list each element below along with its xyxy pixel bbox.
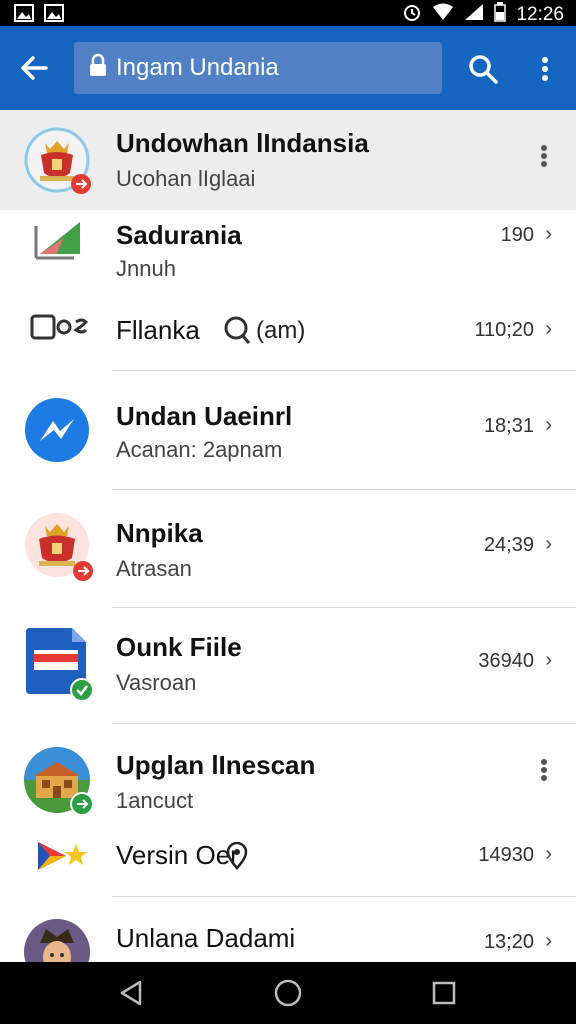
chevron-right-icon: › (545, 843, 552, 865)
list-item[interactable]: Undan Uaeinrl Acanan: 2apnam 18;31 › (0, 371, 576, 489)
home-circle-icon (274, 979, 302, 1007)
item-title: Upglan lInescan (116, 750, 316, 780)
coat-of-arms-icon (24, 512, 94, 587)
item-title: Versin Oer (116, 840, 239, 870)
list-item[interactable]: Fllanka (am) 110;20 › (0, 300, 576, 370)
wifi-icon (432, 3, 454, 27)
search-button[interactable] (464, 50, 502, 88)
back-triangle-icon (120, 980, 142, 1006)
chevron-right-icon: › (545, 533, 552, 555)
search-icon (469, 55, 498, 84)
item-time: 36940 (478, 650, 534, 672)
item-subtitle: Atrasan (116, 556, 192, 581)
item-title: Undowhan lIndansia (116, 128, 369, 158)
item-menu-button[interactable] (540, 758, 550, 787)
item-time: 14930 (478, 844, 534, 866)
app-list: Undowhan lIndansia Ucohan lIglaai Sadura… (0, 110, 576, 962)
sheets-icon (34, 220, 86, 265)
more-vert-icon (541, 145, 547, 167)
item-title: Sadurania (116, 220, 242, 250)
item-time: 13;20 (483, 931, 534, 953)
chevron-right-icon: › (545, 649, 552, 671)
item-title: Unlana Dadami (116, 923, 296, 953)
more-vert-icon (541, 759, 547, 781)
battery-icon (494, 2, 507, 28)
image-notification-icon (44, 3, 64, 28)
status-bar: 12:26 (0, 0, 576, 26)
more-vert-icon (542, 57, 548, 81)
item-time: 24;39 (483, 534, 534, 556)
list-item[interactable]: Ounk Fiile Vasroan 36940 › (0, 608, 576, 723)
item-subtitle: Jnnuh (116, 256, 176, 281)
chevron-right-icon: › (545, 223, 552, 245)
location-icon (226, 841, 248, 875)
status-time: 12:26 (516, 4, 564, 25)
chevron-right-icon: › (545, 414, 552, 436)
nav-recents-button[interactable] (427, 976, 461, 1010)
chevron-right-icon: › (545, 930, 552, 952)
item-time: 110;20 (474, 319, 534, 341)
item-title: Fllanka (116, 315, 200, 345)
item-title: Nnpika (116, 518, 203, 548)
list-item[interactable]: Unlana Dadami 13;20 › (0, 897, 576, 962)
item-subtitle: Acanan: 2apnam (116, 437, 283, 462)
item-title: Undan Uaeinrl (116, 401, 293, 431)
alarm-icon (402, 2, 422, 28)
flag-star-icon (36, 840, 90, 879)
google-docs-icon (24, 626, 96, 709)
list-item[interactable]: Versin Oer 14930 › (0, 824, 576, 896)
item-subtitle: Ucohan lIglaai (116, 166, 256, 191)
list-item[interactable]: Nnpika Atrasan 24;39 › (0, 490, 576, 607)
avatar (24, 919, 94, 962)
gallery-notification-icon (14, 3, 34, 28)
lock-icon (88, 53, 108, 84)
coat-of-arms-icon (24, 127, 92, 200)
search-help-icon (224, 316, 251, 349)
overflow-menu-button[interactable] (530, 50, 560, 88)
signal-icon (464, 3, 484, 27)
back-button[interactable] (14, 50, 54, 86)
messenger-icon (24, 397, 90, 468)
list-item[interactable]: Upglan lInescan 1ancuct (0, 724, 576, 824)
list-item[interactable]: Undowhan lIndansia Ucohan lIglaai (0, 110, 576, 210)
app-toolbar: Ingam Undania (0, 26, 576, 110)
item-subtitle: 1ancuct (116, 788, 194, 813)
item-time: 18;31 (483, 415, 534, 437)
nav-home-button[interactable] (271, 976, 305, 1010)
item-time: 190 (500, 224, 534, 246)
item-menu-button[interactable] (540, 144, 550, 173)
nav-back-button[interactable] (114, 976, 148, 1010)
recents-square-icon (432, 981, 456, 1005)
device-icon (30, 314, 89, 347)
school-building-icon (24, 746, 94, 823)
chevron-right-icon: › (545, 318, 552, 340)
item-title: Ounk Fiile (116, 632, 242, 662)
navigation-bar (0, 962, 576, 1024)
list-item[interactable]: Sadurania Jnnuh 190 › (0, 210, 576, 300)
url-field[interactable]: Ingam Undania (74, 42, 442, 94)
back-arrow-icon (21, 56, 48, 80)
item-subtitle: Vasroan (116, 670, 197, 695)
item-subtitle: (am) (256, 317, 306, 344)
url-text: Ingam Undania (116, 54, 279, 81)
